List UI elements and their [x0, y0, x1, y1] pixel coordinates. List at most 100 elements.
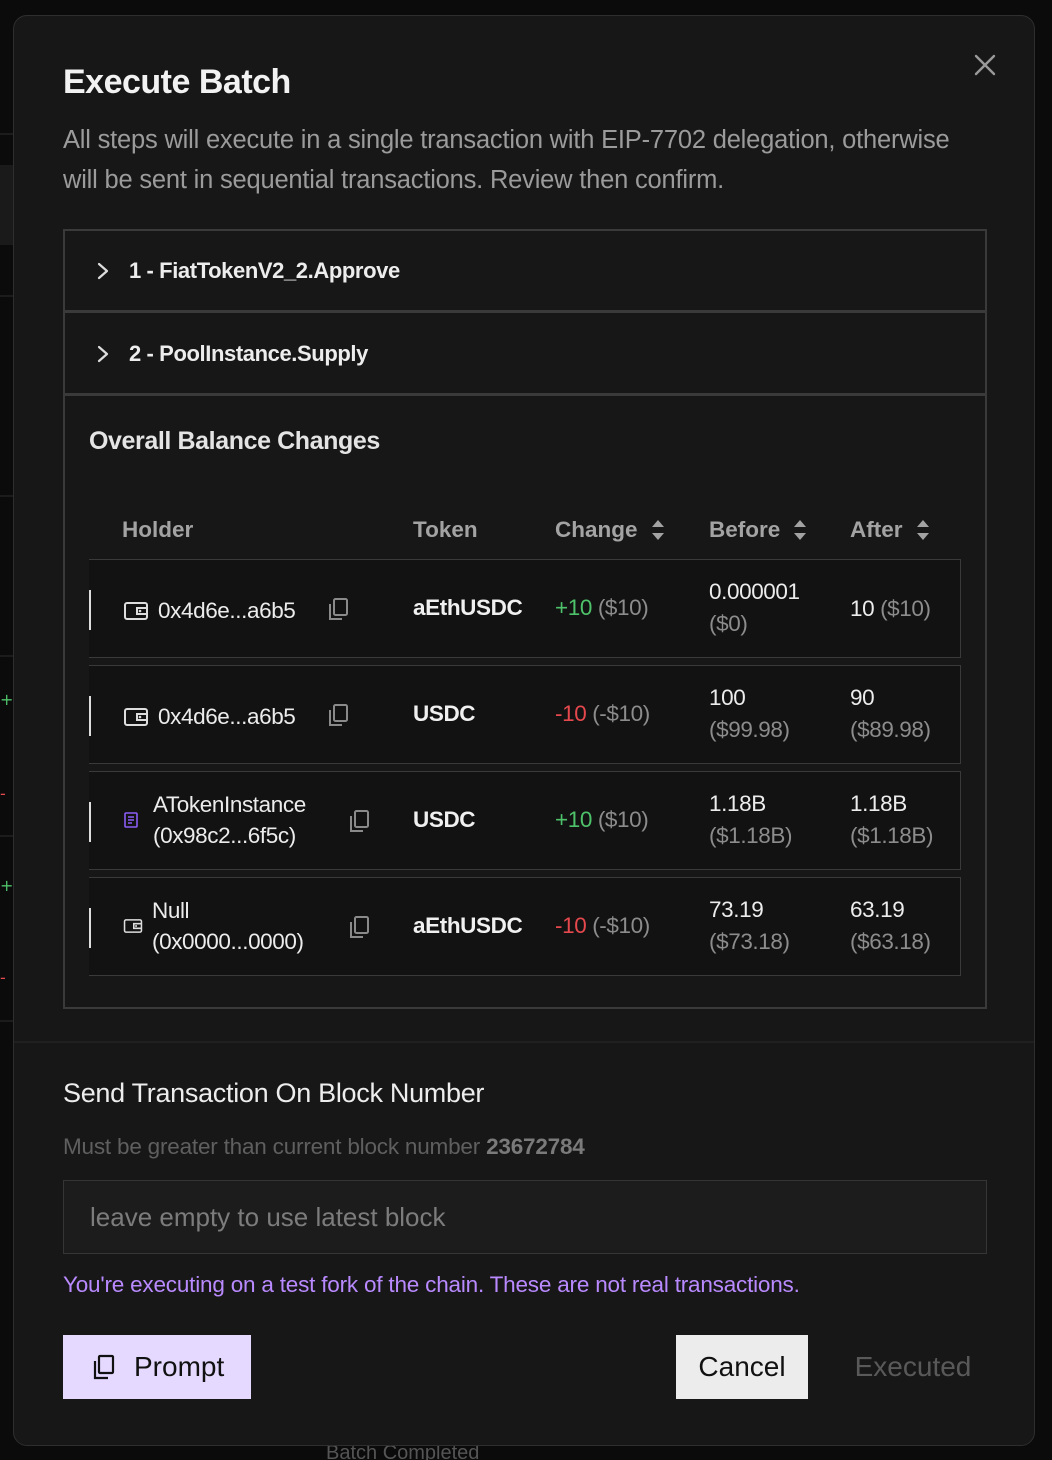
background-panel [0, 165, 13, 245]
background-divider [0, 1020, 13, 1022]
row-indicator [89, 590, 91, 630]
step-row-approve[interactable]: 1 - FiatTokenV2_2.Approve [65, 231, 985, 313]
wallet-icon [124, 707, 148, 726]
step-row-supply[interactable]: 2 - PoolInstance.Supply [65, 314, 985, 396]
change-usd: (-$10) [592, 913, 650, 938]
copy-icon[interactable] [327, 597, 349, 621]
column-label: Change [555, 517, 638, 542]
column-header-holder: Holder [122, 517, 193, 543]
executed-button[interactable]: Executed [828, 1335, 998, 1399]
after-cell: 10 ($10) [850, 593, 931, 625]
holder-address: 0x4d6e...a6b5 [158, 598, 296, 623]
change-amount: +10 [555, 595, 592, 620]
holder-address: (0x0000...0000) [152, 929, 304, 954]
execute-batch-dialog: Execute Batch All steps will execute in … [13, 15, 1035, 1446]
background-minus-mark: - [0, 968, 6, 987]
chevron-right-icon [97, 262, 109, 279]
prompt-button[interactable]: Prompt [63, 1335, 251, 1399]
holder-cell: Null (0x0000...0000) [123, 895, 304, 957]
dialog-title: Execute Batch [63, 63, 291, 101]
after-usd: ($10) [880, 596, 931, 621]
before-amount: 73.19 [709, 897, 764, 922]
block-number-input[interactable] [63, 1180, 987, 1254]
step-label: 1 - FiatTokenV2_2.Approve [129, 257, 400, 283]
column-header-token: Token [413, 517, 478, 543]
after-amount: 1.18B [850, 791, 907, 816]
change-usd: ($10) [597, 807, 649, 832]
contract-icon [124, 812, 138, 828]
after-cell: 90 ($89.98) [850, 682, 931, 746]
after-usd: ($63.18) [850, 929, 931, 954]
background-divider [0, 655, 13, 657]
holder-cell: ATokenInstance (0x98c2...6f5c) [123, 789, 306, 851]
after-cell: 63.19 ($63.18) [850, 894, 931, 958]
change-usd: ($10) [597, 595, 649, 620]
column-header-change[interactable]: Change [555, 517, 666, 543]
block-number-label: Send Transaction On Block Number [63, 1078, 485, 1108]
prompt-label: Prompt [134, 1351, 225, 1382]
after-amount: 10 [850, 596, 875, 621]
background-plus-mark: + [0, 690, 14, 709]
before-usd: ($0) [709, 611, 748, 636]
after-amount: 90 [850, 685, 875, 710]
column-header-after[interactable]: After [850, 517, 931, 543]
change-cell: +10 ($10) [555, 807, 649, 833]
before-amount: 1.18B [709, 791, 766, 816]
before-cell: 100 ($99.98) [709, 682, 790, 746]
step-label: 2 - PoolInstance.Supply [129, 340, 368, 366]
before-cell: 0.000001 ($0) [709, 576, 800, 640]
change-amount: -10 [555, 913, 587, 938]
before-usd: ($73.18) [709, 929, 790, 954]
change-amount: +10 [555, 807, 592, 832]
section-divider [14, 1041, 1034, 1043]
sort-icon [916, 520, 929, 540]
current-block-number: 23672784 [486, 1134, 585, 1159]
wallet-icon [124, 601, 148, 620]
column-label: Token [413, 517, 478, 542]
change-cell: -10 (-$10) [555, 701, 650, 727]
chevron-right-icon [97, 345, 109, 362]
change-usd: (-$10) [592, 701, 650, 726]
background-divider [0, 495, 13, 497]
cancel-button[interactable]: Cancel [676, 1335, 808, 1399]
sort-icon [794, 520, 807, 540]
table-row: ATokenInstance (0x98c2...6f5c) USDC +10 … [89, 771, 961, 870]
holder-cell: 0x4d6e...a6b5 [123, 701, 296, 732]
before-amount: 0.000001 [709, 579, 800, 604]
balance-table-header: Holder Token Change Before After [89, 489, 961, 569]
token-cell: USDC [413, 701, 476, 726]
holder-name: ATokenInstance [153, 792, 306, 817]
row-indicator [89, 802, 91, 842]
block-number-hint: Must be greater than current block numbe… [63, 1134, 585, 1160]
column-header-before[interactable]: Before [709, 517, 808, 543]
after-usd: ($1.18B) [850, 823, 934, 848]
copy-icon[interactable] [348, 915, 370, 939]
before-cell: 1.18B ($1.18B) [709, 788, 793, 852]
token-cell: USDC [413, 807, 476, 832]
table-row: 0x4d6e...a6b5 aEthUSDC +10 ($10) 0.00000… [89, 559, 961, 658]
dialog-description: All steps will execute in a single trans… [63, 126, 950, 194]
change-amount: -10 [555, 701, 587, 726]
row-indicator [89, 908, 91, 948]
before-usd: ($1.18B) [709, 823, 793, 848]
after-cell: 1.18B ($1.18B) [850, 788, 934, 852]
copy-icon[interactable] [327, 703, 349, 727]
change-cell: -10 (-$10) [555, 913, 650, 939]
background-divider [0, 133, 13, 135]
wallet-icon [123, 919, 143, 933]
token-cell: aEthUSDC [413, 595, 523, 620]
sort-icon [651, 520, 664, 540]
background-divider [0, 295, 13, 297]
background-divider [0, 835, 13, 837]
close-icon[interactable] [972, 52, 998, 78]
balance-changes-title: Overall Balance Changes [89, 427, 380, 455]
copy-icon[interactable] [348, 809, 370, 833]
holder-address: (0x98c2...6f5c) [153, 823, 296, 848]
copy-icon [93, 1354, 115, 1380]
row-indicator [89, 696, 91, 736]
change-cell: +10 ($10) [555, 595, 649, 621]
column-label: Holder [122, 517, 194, 542]
before-usd: ($99.98) [709, 717, 790, 742]
column-label: After [850, 517, 903, 542]
holder-name: Null [152, 898, 190, 923]
